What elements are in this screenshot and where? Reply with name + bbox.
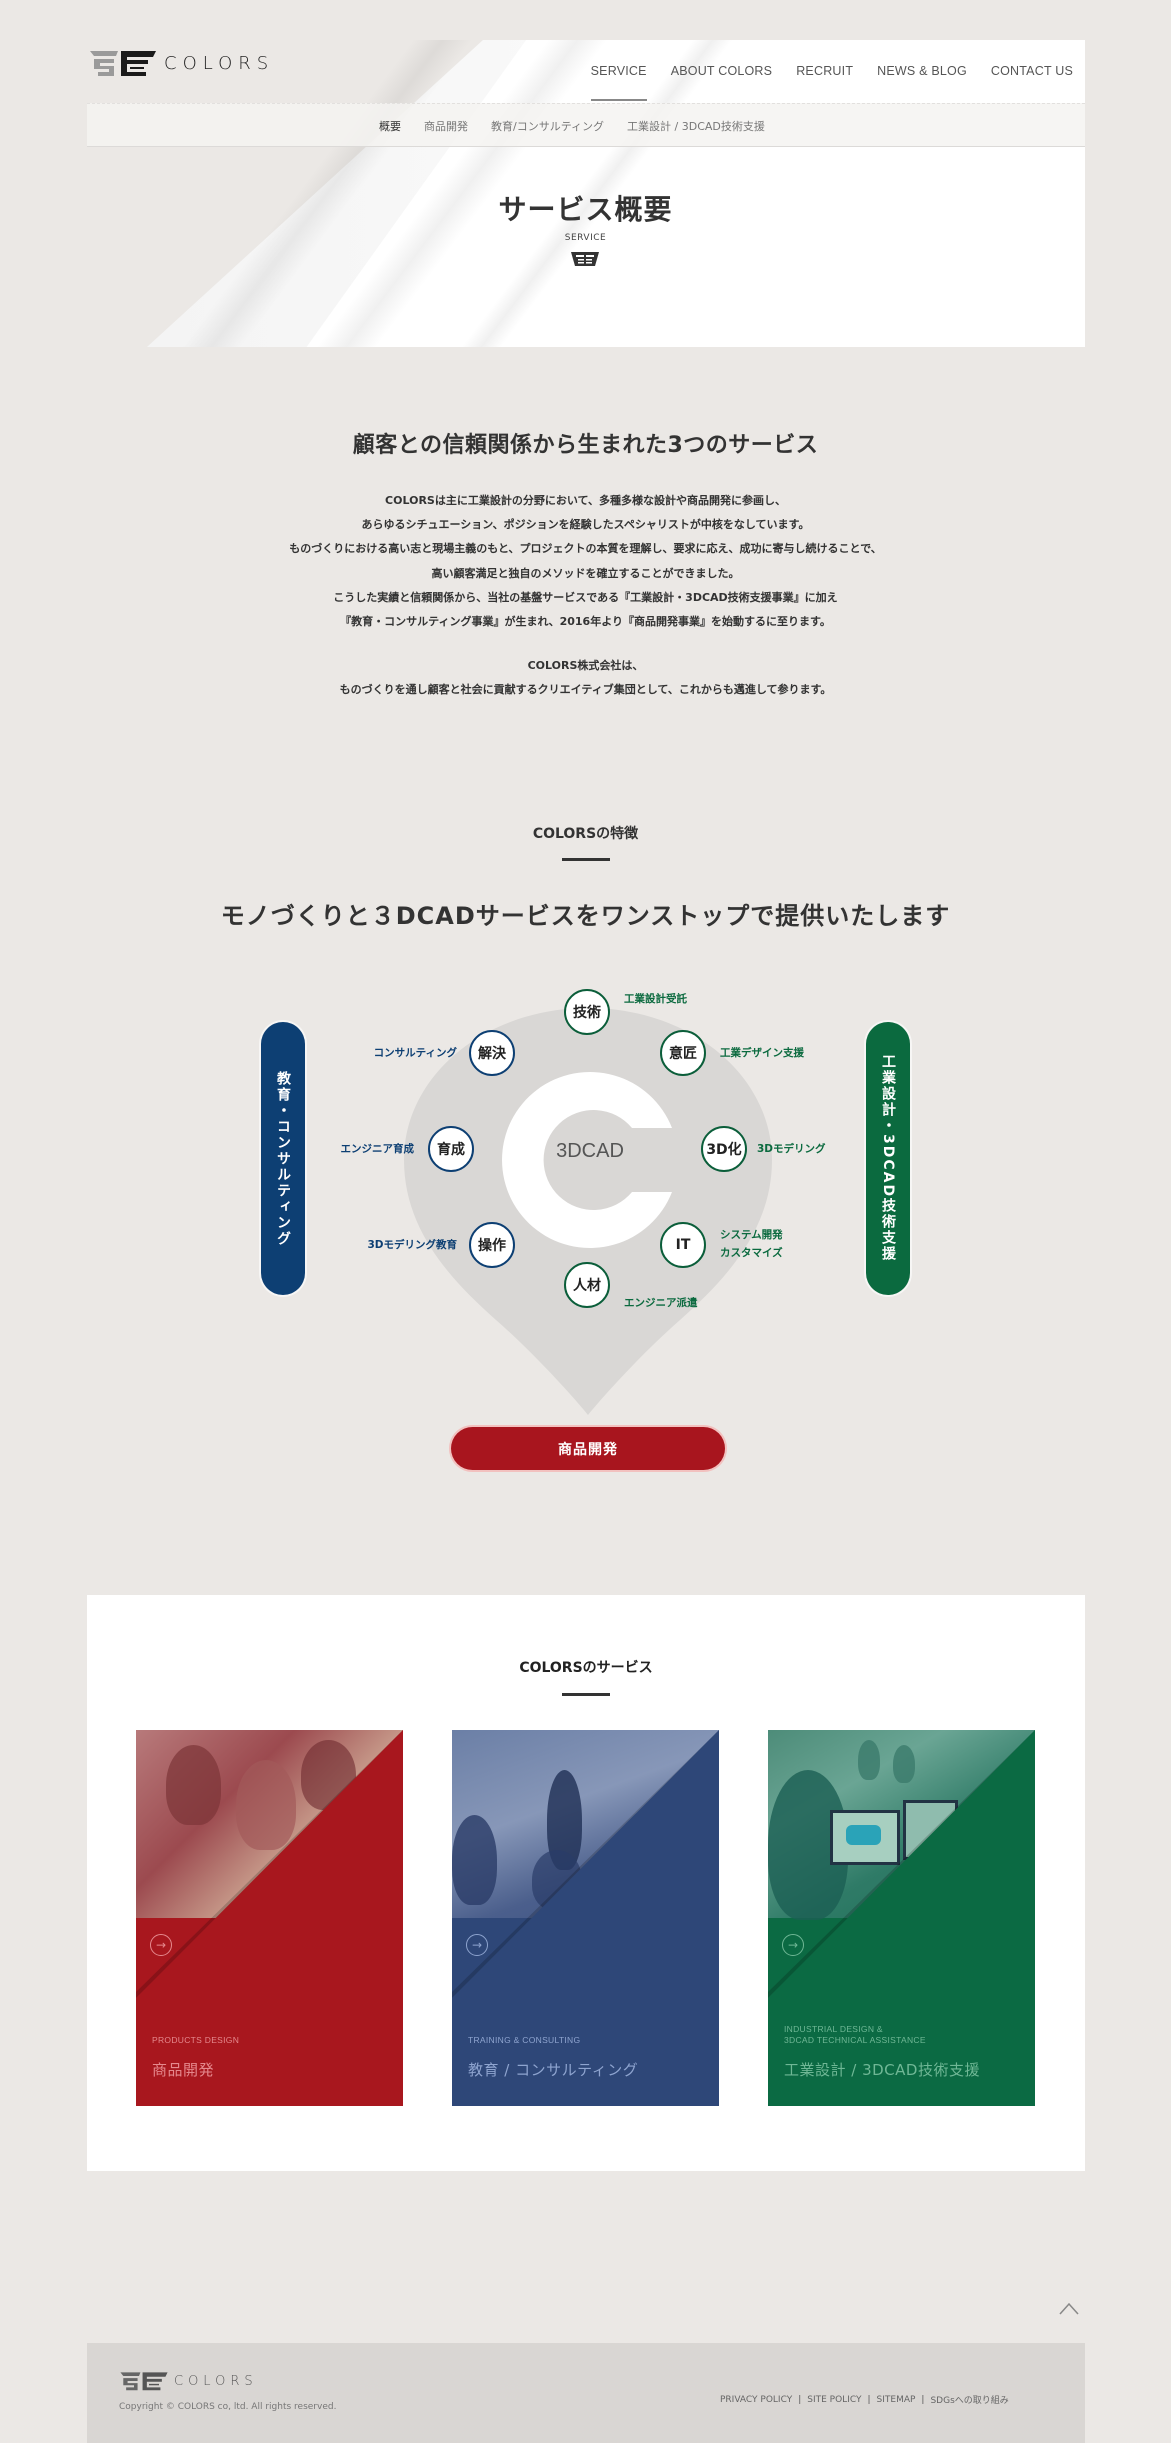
footer-link-sdgs[interactable]: SDGsへの取り組み xyxy=(930,2393,1008,2406)
node-caption: エンジニア派遣 xyxy=(624,1297,698,1309)
sub-nav: 概要 商品開発 教育/コンサルティング 工業設計 / 3DCAD技術支援 xyxy=(87,103,1085,146)
footer-link-site-policy[interactable]: SITE POLICY xyxy=(807,2395,861,2405)
card-jp-title: 教育 / コンサルティング xyxy=(468,2061,639,2079)
node-caption: エンジニア育成 xyxy=(340,1143,415,1155)
services-section: COLORSのサービス → PRODUCTS DESIGN 商品開発 → TRA… xyxy=(87,1595,1085,2171)
footer-link-privacy-policy[interactable]: PRIVACY POLICY xyxy=(720,2395,792,2405)
node-technology: 技術 xyxy=(564,989,610,1035)
nav-about-colors[interactable]: ABOUT COLORS xyxy=(659,64,785,101)
node-design: 意匠 xyxy=(660,1030,706,1076)
node-caption: 3Dモデリング教育 xyxy=(367,1239,457,1251)
intro-line: 高い顧客満足と独自のメソッドを確立することができました。 xyxy=(431,566,740,580)
footer-logo-text: COLORS xyxy=(174,2373,258,2389)
footer: COLORS Copyright © COLORS co, ltd. All r… xyxy=(87,2343,1085,2443)
footer-logo[interactable]: COLORS xyxy=(119,2370,258,2392)
features-title: モノづくりと３DCADサービスをワンストップで提供いたします xyxy=(220,902,951,930)
emblem-icon xyxy=(571,252,599,266)
copyright: Copyright © COLORS co, ltd. All rights r… xyxy=(119,2402,337,2412)
diagram-center-label: 3DCAD xyxy=(556,1140,624,1162)
node-solution: 解決 xyxy=(469,1030,515,1076)
intro-line: あらゆるシチュエーション、ポジションを経験したスペシャリストが中核をなしています… xyxy=(361,518,810,532)
footer-links: PRIVACY POLICY | SITE POLICY | SITEMAP |… xyxy=(720,2393,1009,2407)
service-card-industrial-design[interactable]: → INDUSTRIAL DESIGN & 3DCAD TECHNICAL AS… xyxy=(768,1730,1035,2106)
colors-logo-icon xyxy=(90,51,156,76)
intro-body: COLORSは主に工業設計の分野において、多種多様な設計や商品開発に参画し、 あ… xyxy=(0,489,1171,703)
node-caption: 工業設計受託 xyxy=(624,993,687,1005)
nav-contact-us[interactable]: CONTACT US xyxy=(979,64,1085,101)
card-jp-title: 商品開発 xyxy=(152,2061,215,2079)
node-caption: コンサルティング xyxy=(373,1047,457,1059)
node-operation: 操作 xyxy=(469,1222,515,1268)
service-card-products-design[interactable]: → PRODUCTS DESIGN 商品開発 xyxy=(136,1730,403,2106)
colors-logo-icon xyxy=(120,2372,168,2391)
card-en-title: TRAINING & CONSULTING xyxy=(468,2035,581,2045)
pill-education-consulting[interactable]: 教育・コンサルティング xyxy=(261,1022,305,1295)
intro-title: 顧客との信頼関係から生まれた3つのサービス xyxy=(352,433,819,458)
page-header: COLORS SERVICE ABOUT COLORS RECRUIT NEWS… xyxy=(0,0,1171,350)
node-caption: システム開発 カスタマイズ xyxy=(720,1229,783,1259)
back-to-top-icon[interactable] xyxy=(1058,2300,1080,2316)
product-development-button[interactable]: 商品開発 xyxy=(451,1427,725,1470)
subnav-overview[interactable]: 概要 xyxy=(379,118,401,134)
features-underline xyxy=(562,858,610,861)
footer-link-sitemap[interactable]: SITEMAP xyxy=(877,2395,916,2405)
node-caption: 工業デザイン支援 xyxy=(720,1047,804,1059)
subnav-industrial-design[interactable]: 工業設計 / 3DCAD技術支援 xyxy=(627,118,765,134)
node-3d: 3D化 xyxy=(701,1126,747,1172)
subnav-product-development[interactable]: 商品開発 xyxy=(424,118,468,134)
services-label: COLORSのサービス xyxy=(519,1660,653,1676)
intro-line: COLORSは主に工業設計の分野において、多種多様な設計や商品開発に参画し、 xyxy=(385,494,786,507)
service-diagram: 教育・コンサルティング 工業設計・3DCAD技術支援 3DCAD 解決 コンサル… xyxy=(0,960,1171,1480)
card-en-title: PRODUCTS DESIGN xyxy=(152,2035,240,2045)
card-en-title: INDUSTRIAL DESIGN & 3DCAD TECHNICAL ASSI… xyxy=(784,2024,926,2045)
logo-link[interactable]: COLORS xyxy=(88,48,274,78)
logo-text: COLORS xyxy=(164,52,275,74)
subnav-education-consulting[interactable]: 教育/コンサルティング xyxy=(491,118,604,134)
intro-line: COLORS株式会社は、 xyxy=(527,659,644,673)
nav-service[interactable]: SERVICE xyxy=(579,64,659,101)
node-it: IT xyxy=(660,1222,706,1268)
page-subtitle: SERVICE xyxy=(564,233,607,243)
arrow-right-icon: → xyxy=(466,1934,488,1956)
intro-line: ものづくりを通し顧客と社会に貢献するクリエイティブ集団として、これからも邁進して… xyxy=(339,683,832,697)
page-title: サービス概要 xyxy=(498,193,673,226)
features-label: COLORSの特徴 xyxy=(532,826,639,842)
arrow-right-icon: → xyxy=(150,1934,172,1956)
intro-line: ものづくりにおける高い志と現場主義のもと、プロジェクトの本質を理解し、要求に応え… xyxy=(289,542,882,556)
node-training: 育成 xyxy=(428,1126,474,1172)
intro-line: こうした実績と信頼関係から、当社の基盤サービスである『工業設計・3DCAD技術支… xyxy=(333,590,838,604)
intro-line: 『教育・コンサルティング事業』が生まれ、2016年より『商品開発事業』を始動する… xyxy=(340,615,831,629)
services-underline xyxy=(562,1693,610,1696)
node-caption: 3Dモデリング xyxy=(757,1143,826,1155)
nav-news-blog[interactable]: NEWS & BLOG xyxy=(865,64,979,101)
nav-recruit[interactable]: RECRUIT xyxy=(784,64,865,101)
node-personnel: 人材 xyxy=(564,1262,610,1308)
card-jp-title: 工業設計 / 3DCAD技術支援 xyxy=(784,2061,980,2079)
pill-industrial-design[interactable]: 工業設計・3DCAD技術支援 xyxy=(866,1022,910,1295)
service-card-training-consulting[interactable]: → TRAINING & CONSULTING 教育 / コンサルティング xyxy=(452,1730,719,2106)
main-nav: SERVICE ABOUT COLORS RECRUIT NEWS & BLOG… xyxy=(579,64,1085,101)
arrow-right-icon: → xyxy=(782,1934,804,1956)
diagram-shape xyxy=(404,1008,772,1415)
